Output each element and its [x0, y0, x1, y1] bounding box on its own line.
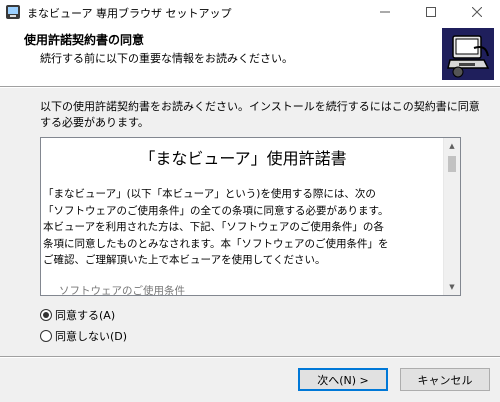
cancel-button[interactable]: キャンセル [400, 368, 490, 391]
decline-radio-indicator[interactable] [40, 330, 52, 342]
minimize-button[interactable] [362, 0, 408, 24]
scroll-thumb[interactable] [448, 156, 456, 172]
license-line: ご確認、ご理解頂いた上で本ビューアを使用してください。 [43, 254, 326, 266]
page-title: 使用許諾契約書の同意 [24, 33, 145, 47]
decline-radio-label[interactable]: 同意しない(D) [55, 328, 127, 344]
page-subtitle: 続行する前に以下の重要な情報をお読みください。 [40, 52, 293, 65]
wizard-header: 使用許諾契約書の同意 続行する前に以下の重要な情報をお読みください。 [0, 24, 500, 86]
license-scrollbar[interactable]: ▲ ▼ [443, 138, 460, 295]
accept-radio-indicator[interactable] [40, 309, 52, 321]
scroll-down-arrow-icon[interactable]: ▼ [444, 279, 460, 295]
computer-install-icon [442, 28, 494, 80]
license-line: 条項に同意したものとみなされます。本「ソフトウェアのご使用条件」を [43, 237, 389, 250]
minimize-icon [380, 11, 390, 13]
license-body: 「まなビューア」(以下「本ビューア」という)を使用する際には、次の 「ソフトウェ… [43, 186, 443, 269]
license-line: 「ソフトウェアのご使用条件」の全ての条項に同意する必要があります。 [43, 204, 389, 217]
window-title: まなビューア 専用ブラウザ セットアップ [27, 7, 232, 20]
license-line: 本ビューアを利用された方は、下記、「ソフトウェアのご使用条件」の各 [43, 221, 384, 233]
close-button[interactable] [454, 0, 500, 24]
setup-app-icon [6, 5, 20, 19]
accept-radio[interactable]: 同意する(A) [40, 307, 115, 323]
license-prompt: 以下の使用許諾契約書をお読みください。インストールを続行するにはこの契約書に同意… [40, 100, 480, 129]
license-textbox[interactable]: 「まなビューア」使用許諾書 「まなビューア」(以下「本ビューア」という)を使用す… [40, 137, 461, 296]
license-line: 「まなビューア」(以下「本ビューア」という)を使用する際には、次の [43, 188, 376, 200]
close-icon [472, 7, 482, 17]
license-heading: 「まなビューア」使用許諾書 [139, 149, 347, 168]
license-next-line: ソフトウェアのご使用条件 [59, 284, 185, 296]
accept-radio-label[interactable]: 同意する(A) [55, 307, 115, 323]
next-button[interactable]: 次へ(N) > [298, 368, 388, 391]
decline-radio[interactable]: 同意しない(D) [40, 328, 127, 344]
footer-divider [0, 356, 500, 358]
header-divider [0, 86, 500, 88]
license-content: 「まなビューア」使用許諾書 「まなビューア」(以下「本ビューア」という)を使用す… [43, 146, 443, 296]
maximize-button[interactable] [408, 0, 454, 24]
scroll-up-arrow-icon[interactable]: ▲ [444, 138, 460, 154]
maximize-icon [426, 7, 436, 17]
title-bar: まなビューア 専用ブラウザ セットアップ [0, 0, 500, 24]
